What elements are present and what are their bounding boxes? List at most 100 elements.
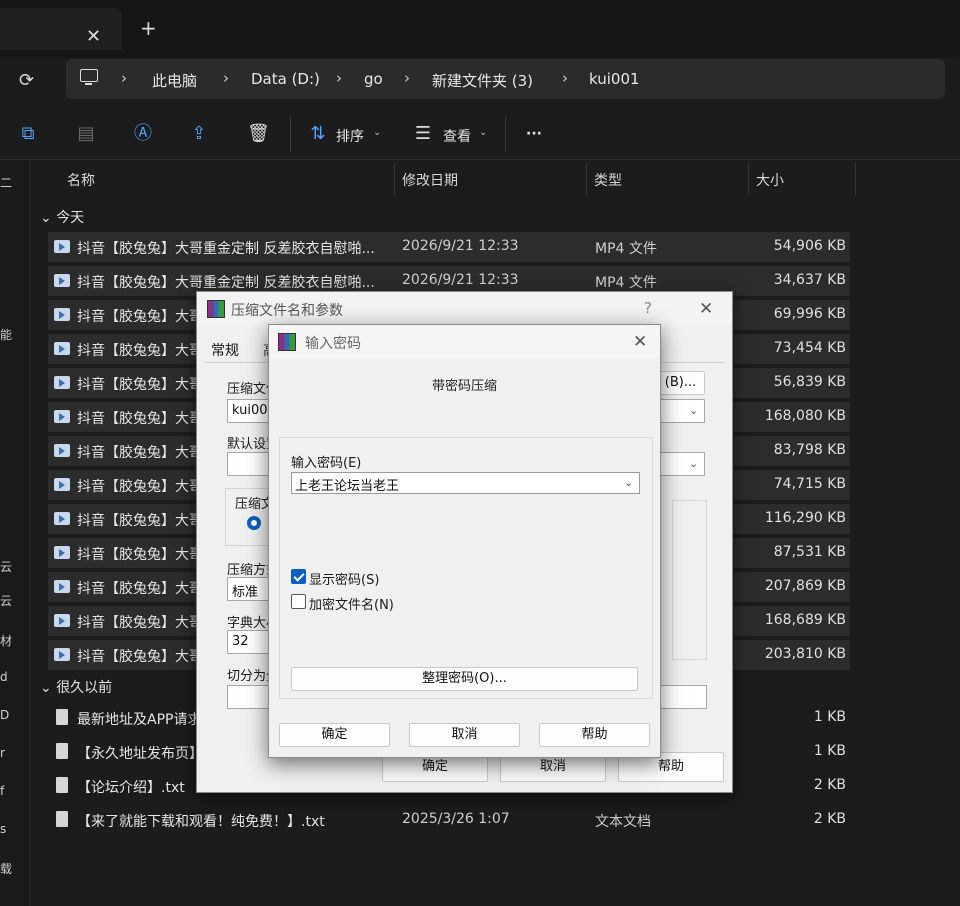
help-button[interactable]: 帮助 xyxy=(539,723,650,747)
encrypt-file-names-checkbox[interactable] xyxy=(291,594,306,609)
file-size: 73,454 KB xyxy=(773,340,846,356)
browse-button[interactable]: (B)... xyxy=(656,371,705,395)
sort-button[interactable]: 排序 xyxy=(336,126,364,146)
nav-item[interactable]: r xyxy=(0,746,5,760)
file-name: 【论坛介绍】.txt xyxy=(77,780,185,796)
enter-password-label: 输入密码(E) xyxy=(291,456,362,471)
address-bar-row: ⟳ › 此电脑 › Data (D:) › go › 新建文件夹 (3) › k… xyxy=(0,58,960,102)
paste-icon[interactable]: ▤ xyxy=(76,124,96,144)
show-password-label[interactable]: 显示密码(S) xyxy=(309,569,379,588)
file-name: 抖音【胶兔兔】大哥重金定制 反差胶衣自慰啪... xyxy=(77,275,375,291)
dialog-title-bar[interactable]: 输入密码 ✕ xyxy=(269,325,660,359)
tab-general[interactable]: 常规 xyxy=(211,340,239,360)
file-size: 34,637 KB xyxy=(773,272,846,288)
format-radio[interactable] xyxy=(247,516,261,530)
file-name: 抖音【胶兔兔】大哥 xyxy=(77,479,203,495)
file-date: 2026/9/21 12:33 xyxy=(402,238,519,254)
text-file-icon xyxy=(56,743,68,759)
chevron-down-icon[interactable]: ⌄ xyxy=(689,404,698,417)
cancel-button[interactable]: 取消 xyxy=(409,723,520,747)
chevron-right-icon: › xyxy=(562,69,568,87)
new-tab-icon[interactable]: + xyxy=(140,16,157,40)
chevron-right-icon: › xyxy=(404,69,410,87)
view-button[interactable]: 查看 xyxy=(443,126,471,146)
tab-close-icon[interactable]: ✕ xyxy=(86,26,101,47)
file-size: 116,290 KB xyxy=(764,510,846,526)
nav-item[interactable]: d xyxy=(0,670,8,684)
share-icon[interactable]: ⇪ xyxy=(189,124,209,144)
close-icon[interactable]: ✕ xyxy=(699,299,713,319)
column-divider[interactable] xyxy=(394,162,395,196)
file-type: MP4 文件 xyxy=(595,275,657,291)
file-size: 1 KB xyxy=(813,709,846,725)
group-header-long-ago[interactable]: ⌄ 很久以前 xyxy=(40,677,112,697)
file-size: 69,996 KB xyxy=(773,306,846,322)
nav-item[interactable]: f xyxy=(0,784,4,798)
file-size: 203,810 KB xyxy=(764,646,846,662)
nav-item[interactable]: 能 xyxy=(0,326,12,343)
group-header-today[interactable]: ⌄ 今天 xyxy=(40,207,84,227)
address-bar[interactable]: › 此电脑 › Data (D:) › go › 新建文件夹 (3) › kui… xyxy=(66,59,945,99)
dialog-title: 压缩文件名和参数 xyxy=(231,303,343,319)
breadcrumb-new-folder[interactable]: 新建文件夹 (3) xyxy=(432,70,533,91)
column-divider[interactable] xyxy=(586,162,587,196)
sort-icon: ⇅ xyxy=(310,123,326,144)
refresh-icon[interactable]: ⟳ xyxy=(19,70,34,91)
nav-item[interactable]: 云 xyxy=(0,558,12,575)
file-size: 2 KB xyxy=(813,777,846,793)
file-size: 87,531 KB xyxy=(773,544,846,560)
nav-item[interactable]: 云 xyxy=(0,592,12,609)
delete-icon[interactable]: 🗑 xyxy=(247,124,270,144)
nav-item[interactable]: 二 xyxy=(0,174,12,191)
nav-item[interactable]: D xyxy=(0,708,9,722)
encrypt-file-names-label[interactable]: 加密文件名(N) xyxy=(309,594,394,613)
breadcrumb-this-pc[interactable]: 此电脑 xyxy=(152,70,197,91)
nav-item[interactable]: 材 xyxy=(0,632,12,649)
file-name: 抖音【胶兔兔】大哥重金定制 反差胶衣自慰啪... xyxy=(77,241,375,257)
chevron-right-icon: › xyxy=(336,69,342,87)
column-date[interactable]: 修改日期 xyxy=(402,170,458,190)
breadcrumb-go[interactable]: go xyxy=(364,70,383,88)
file-size: 56,839 KB xyxy=(773,374,846,390)
file-name: 抖音【胶兔兔】大哥 xyxy=(77,343,203,359)
file-name: 抖音【胶兔兔】大哥 xyxy=(77,649,203,665)
file-name: 抖音【胶兔兔】大哥 xyxy=(77,581,203,597)
group-label: 很久以前 xyxy=(56,680,113,696)
show-password-checkbox[interactable] xyxy=(291,569,306,584)
text-file-icon xyxy=(56,811,68,827)
column-name[interactable]: 名称 xyxy=(67,170,95,190)
ok-button[interactable]: 确定 xyxy=(279,723,390,747)
organize-passwords-button[interactable]: 整理密码(O)... xyxy=(291,667,638,691)
breadcrumb-kui001[interactable]: kui001 xyxy=(589,70,640,88)
video-file-icon xyxy=(54,410,70,423)
breadcrumb-drive[interactable]: Data (D:) xyxy=(251,70,320,88)
file-name: 抖音【胶兔兔】大哥 xyxy=(77,547,203,563)
rename-icon[interactable]: Ⓐ xyxy=(133,124,153,144)
chevron-down-icon[interactable]: ⌄ xyxy=(689,457,698,470)
chevron-down-icon[interactable]: ⌄ xyxy=(624,476,633,489)
column-divider[interactable] xyxy=(855,162,856,196)
copy-icon[interactable]: ⧉ xyxy=(18,124,38,144)
chevron-down-icon: ⌄ xyxy=(479,127,488,138)
more-options-button[interactable]: ··· xyxy=(526,126,542,142)
column-divider[interactable] xyxy=(748,162,749,196)
column-type[interactable]: 类型 xyxy=(594,170,622,190)
winrar-icon xyxy=(278,333,296,351)
enter-password-dialog: 输入密码 ✕ 带密码压缩 输入密码(E) 上老王论坛当老王 ⌄ 显示密码(S) … xyxy=(268,324,661,758)
video-file-icon xyxy=(54,308,70,321)
explorer-tab[interactable]: ✕ xyxy=(0,8,122,50)
nav-item[interactable]: s xyxy=(0,822,6,836)
file-row[interactable]: 抖音【胶兔兔】大哥重金定制 反差胶衣自慰啪... 2026/9/21 12:33 M… xyxy=(48,232,850,262)
file-row[interactable]: 【来了就能下载和观看！纯免费！】.txt 2025/3/26 1:07 文本文档 2 … xyxy=(48,805,850,835)
nav-item[interactable]: 载 xyxy=(0,860,12,877)
help-icon[interactable]: ? xyxy=(644,299,652,317)
file-date: 2026/9/21 12:33 xyxy=(402,272,519,288)
column-size[interactable]: 大小 xyxy=(756,170,784,190)
computer-icon xyxy=(80,69,98,85)
password-input[interactable]: 上老王论坛当老王 xyxy=(291,472,640,494)
video-file-icon xyxy=(54,648,70,661)
close-icon[interactable]: ✕ xyxy=(633,332,647,352)
file-size: 1 KB xyxy=(813,743,846,759)
dialog-title-bar[interactable]: 压缩文件名和参数 ? ✕ xyxy=(197,292,732,326)
chevron-right-icon: › xyxy=(223,69,229,87)
